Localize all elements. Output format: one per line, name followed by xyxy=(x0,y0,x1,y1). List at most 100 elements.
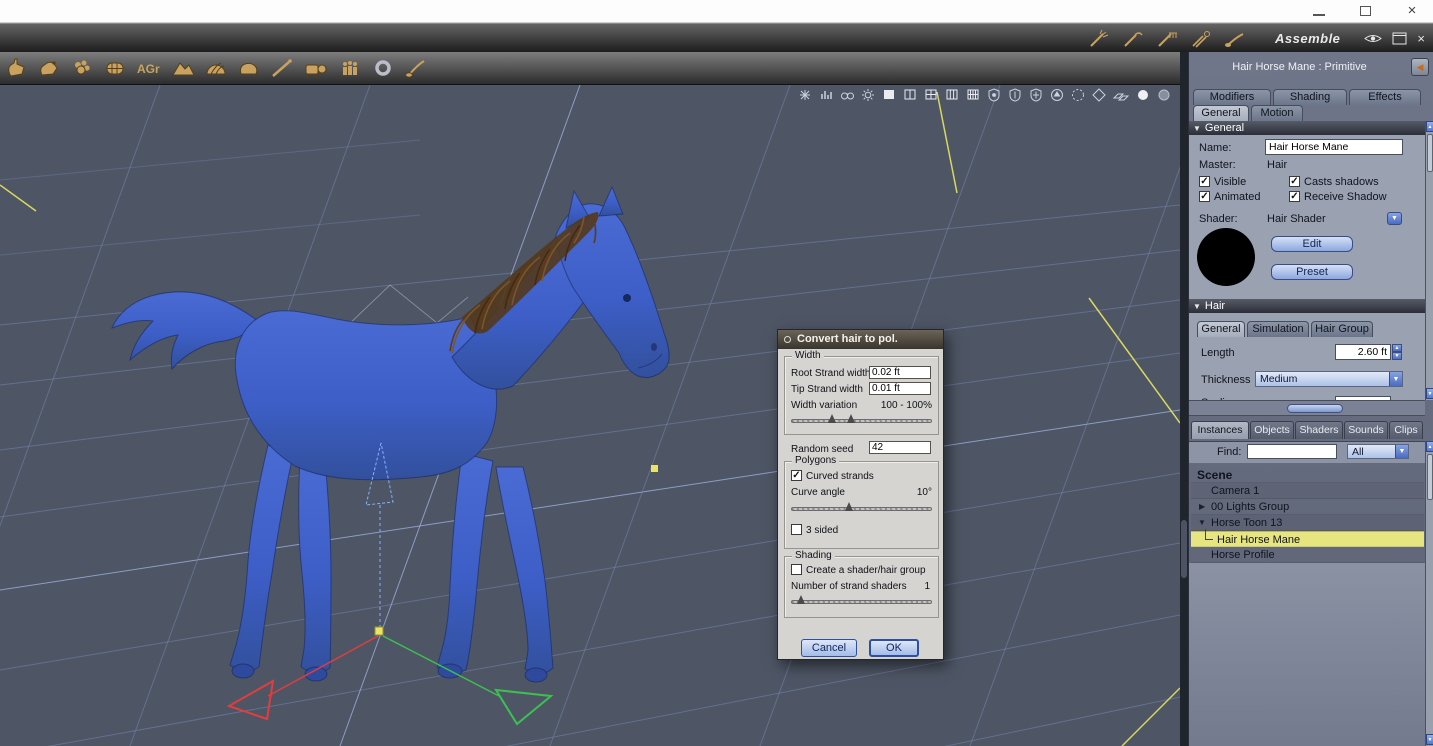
layout-single-icon[interactable] xyxy=(881,88,897,102)
levels-icon[interactable] xyxy=(818,88,834,102)
tab-shaders[interactable]: Shaders xyxy=(1295,421,1343,439)
curve-angle-slider[interactable] xyxy=(791,502,932,514)
shader-preview-swatch[interactable] xyxy=(1197,228,1255,286)
binocular-icon[interactable] xyxy=(839,88,855,102)
tree-item-horse-toon-13[interactable]: ▼ Horse Toon 13 xyxy=(1191,515,1424,531)
general-section-header[interactable]: ▼ General xyxy=(1189,121,1425,135)
hair-tab-simulation[interactable]: Simulation xyxy=(1247,321,1309,337)
waffle-tool-icon[interactable] xyxy=(102,56,128,80)
sphere-gray-icon[interactable] xyxy=(1156,88,1172,102)
sun-icon[interactable] xyxy=(860,88,876,102)
viewport-scrollbar-thumb[interactable] xyxy=(1181,520,1187,578)
hair-comb-icon[interactable] xyxy=(1155,29,1179,49)
layout-three-col-icon[interactable] xyxy=(944,88,960,102)
tab-motion[interactable]: Motion xyxy=(1251,105,1303,121)
tip-strand-width-field[interactable] xyxy=(869,382,931,395)
expand-arrow-icon[interactable]: ▶ xyxy=(1199,499,1205,515)
dome-tool-icon[interactable] xyxy=(203,56,229,80)
dropdown-arrow-icon[interactable]: ▼ xyxy=(1389,372,1402,386)
close-button[interactable]: × xyxy=(1399,3,1425,20)
three-sided-checkbox[interactable] xyxy=(791,524,802,535)
sphere-white-icon[interactable] xyxy=(1135,88,1151,102)
length-stepper[interactable]: ▲ ▼ xyxy=(1392,344,1402,360)
minimize-button[interactable] xyxy=(1306,3,1332,20)
tab-modifiers[interactable]: Modifiers xyxy=(1193,89,1271,105)
hair-pick-icon[interactable] xyxy=(1223,29,1247,49)
curved-strands-checkbox[interactable]: ✓ xyxy=(791,470,802,481)
translate-gizmo[interactable] xyxy=(226,442,658,726)
tab-general[interactable]: General xyxy=(1193,105,1249,121)
pointer-hand-tool-icon[interactable] xyxy=(3,56,29,80)
ok-button[interactable]: OK xyxy=(869,639,919,657)
maximize-button[interactable] xyxy=(1352,3,1378,20)
tree-item-camera-1[interactable]: Camera 1 xyxy=(1191,483,1424,499)
preset-button[interactable]: Preset xyxy=(1271,264,1353,280)
hair-curl-icon[interactable] xyxy=(1121,29,1145,49)
filter-dropdown[interactable]: All ▼ xyxy=(1347,444,1409,459)
shield-dot-icon[interactable] xyxy=(986,88,1002,102)
mitt-tool-icon[interactable] xyxy=(236,56,262,80)
animated-checkbox[interactable]: ✓ xyxy=(1199,191,1210,202)
scroll-down-icon[interactable]: ▼ xyxy=(1426,734,1433,745)
width-variation-slider[interactable] xyxy=(791,414,932,426)
root-strand-width-field[interactable] xyxy=(869,366,931,379)
shield-cross-icon[interactable] xyxy=(1028,88,1044,102)
club-tool-icon[interactable] xyxy=(403,56,429,80)
tree-item-hair-horse-mane[interactable]: Hair Horse Mane xyxy=(1191,529,1424,547)
scroll-down-icon[interactable]: ▼ xyxy=(1426,388,1433,399)
stepper-up-icon[interactable]: ▲ xyxy=(1392,344,1402,352)
receive-shadow-checkbox[interactable]: ✓ xyxy=(1289,191,1300,202)
sparkle-icon[interactable] xyxy=(797,88,813,102)
dashed-circle-icon[interactable] xyxy=(1070,88,1086,102)
crowd-tool-icon[interactable] xyxy=(337,56,363,80)
ring-tool-icon[interactable] xyxy=(370,56,396,80)
casts-shadows-checkbox[interactable]: ✓ xyxy=(1289,176,1300,187)
thickness-dropdown[interactable]: Medium ▼ xyxy=(1255,371,1403,387)
layout-two-pane-icon[interactable] xyxy=(902,88,918,102)
dialog-titlebar[interactable]: Convert hair to pol. xyxy=(778,330,943,349)
random-seed-field[interactable] xyxy=(869,441,931,454)
tab-effects[interactable]: Effects xyxy=(1349,89,1421,105)
panel-close-icon[interactable]: × xyxy=(1417,32,1425,45)
hair-wave-icon[interactable] xyxy=(1189,29,1213,49)
push-hand-tool-icon[interactable] xyxy=(36,56,62,80)
scroll-up-icon[interactable]: ▲ xyxy=(1426,441,1433,452)
orbit-up-icon[interactable] xyxy=(1049,88,1065,102)
camera-tool-icon[interactable] xyxy=(302,56,330,80)
diamond-icon[interactable] xyxy=(1091,88,1107,102)
viewport-scrollbar[interactable] xyxy=(1180,52,1188,746)
properties-scrollbar[interactable]: ▲ ▼ xyxy=(1425,121,1433,400)
splat-tool-icon[interactable] xyxy=(69,56,95,80)
find-input[interactable] xyxy=(1247,444,1337,459)
tab-shading[interactable]: Shading xyxy=(1273,89,1347,105)
hair-section-header[interactable]: ▼ Hair xyxy=(1189,299,1425,313)
shader-dropdown-button[interactable]: ▼ xyxy=(1387,212,1402,225)
viewport-3d[interactable]: Convert hair to pol. Width Root Strand w… xyxy=(0,85,1180,746)
tab-sounds[interactable]: Sounds xyxy=(1344,421,1388,439)
light-cone-lines[interactable] xyxy=(0,91,1180,746)
edit-shader-button[interactable]: Edit xyxy=(1271,236,1353,252)
terrain-tool-icon[interactable] xyxy=(170,56,196,80)
hair-tab-general[interactable]: General xyxy=(1197,321,1245,337)
pane-splitter[interactable] xyxy=(1189,400,1425,416)
hair-brush-icon[interactable] xyxy=(1087,29,1111,49)
panel-collapse-button[interactable]: ◀ xyxy=(1411,58,1429,76)
layout-grid-icon[interactable] xyxy=(965,88,981,102)
tree-item-scene[interactable]: Scene xyxy=(1191,467,1424,483)
frame-icon[interactable] xyxy=(1392,32,1407,45)
tree-item-horse-profile[interactable]: Horse Profile xyxy=(1191,547,1424,563)
tab-clips[interactable]: Clips xyxy=(1389,421,1423,439)
needle-tool-icon[interactable] xyxy=(269,56,295,80)
tree-item-lights-group[interactable]: ▶ 00 Lights Group xyxy=(1191,499,1424,515)
scroll-thumb[interactable] xyxy=(1427,134,1433,172)
dropdown-arrow-icon[interactable]: ▼ xyxy=(1395,445,1408,458)
scroll-thumb[interactable] xyxy=(1427,454,1433,500)
eye-icon[interactable] xyxy=(1364,32,1383,45)
tab-objects[interactable]: Objects xyxy=(1250,421,1294,439)
strand-shaders-slider[interactable] xyxy=(791,595,932,607)
length-field[interactable] xyxy=(1335,344,1391,360)
scroll-up-icon[interactable]: ▲ xyxy=(1426,121,1433,132)
visible-checkbox[interactable]: ✓ xyxy=(1199,176,1210,187)
stepper-down-icon[interactable]: ▼ xyxy=(1392,352,1402,360)
browser-scrollbar[interactable]: ▲ ▼ xyxy=(1425,441,1433,746)
